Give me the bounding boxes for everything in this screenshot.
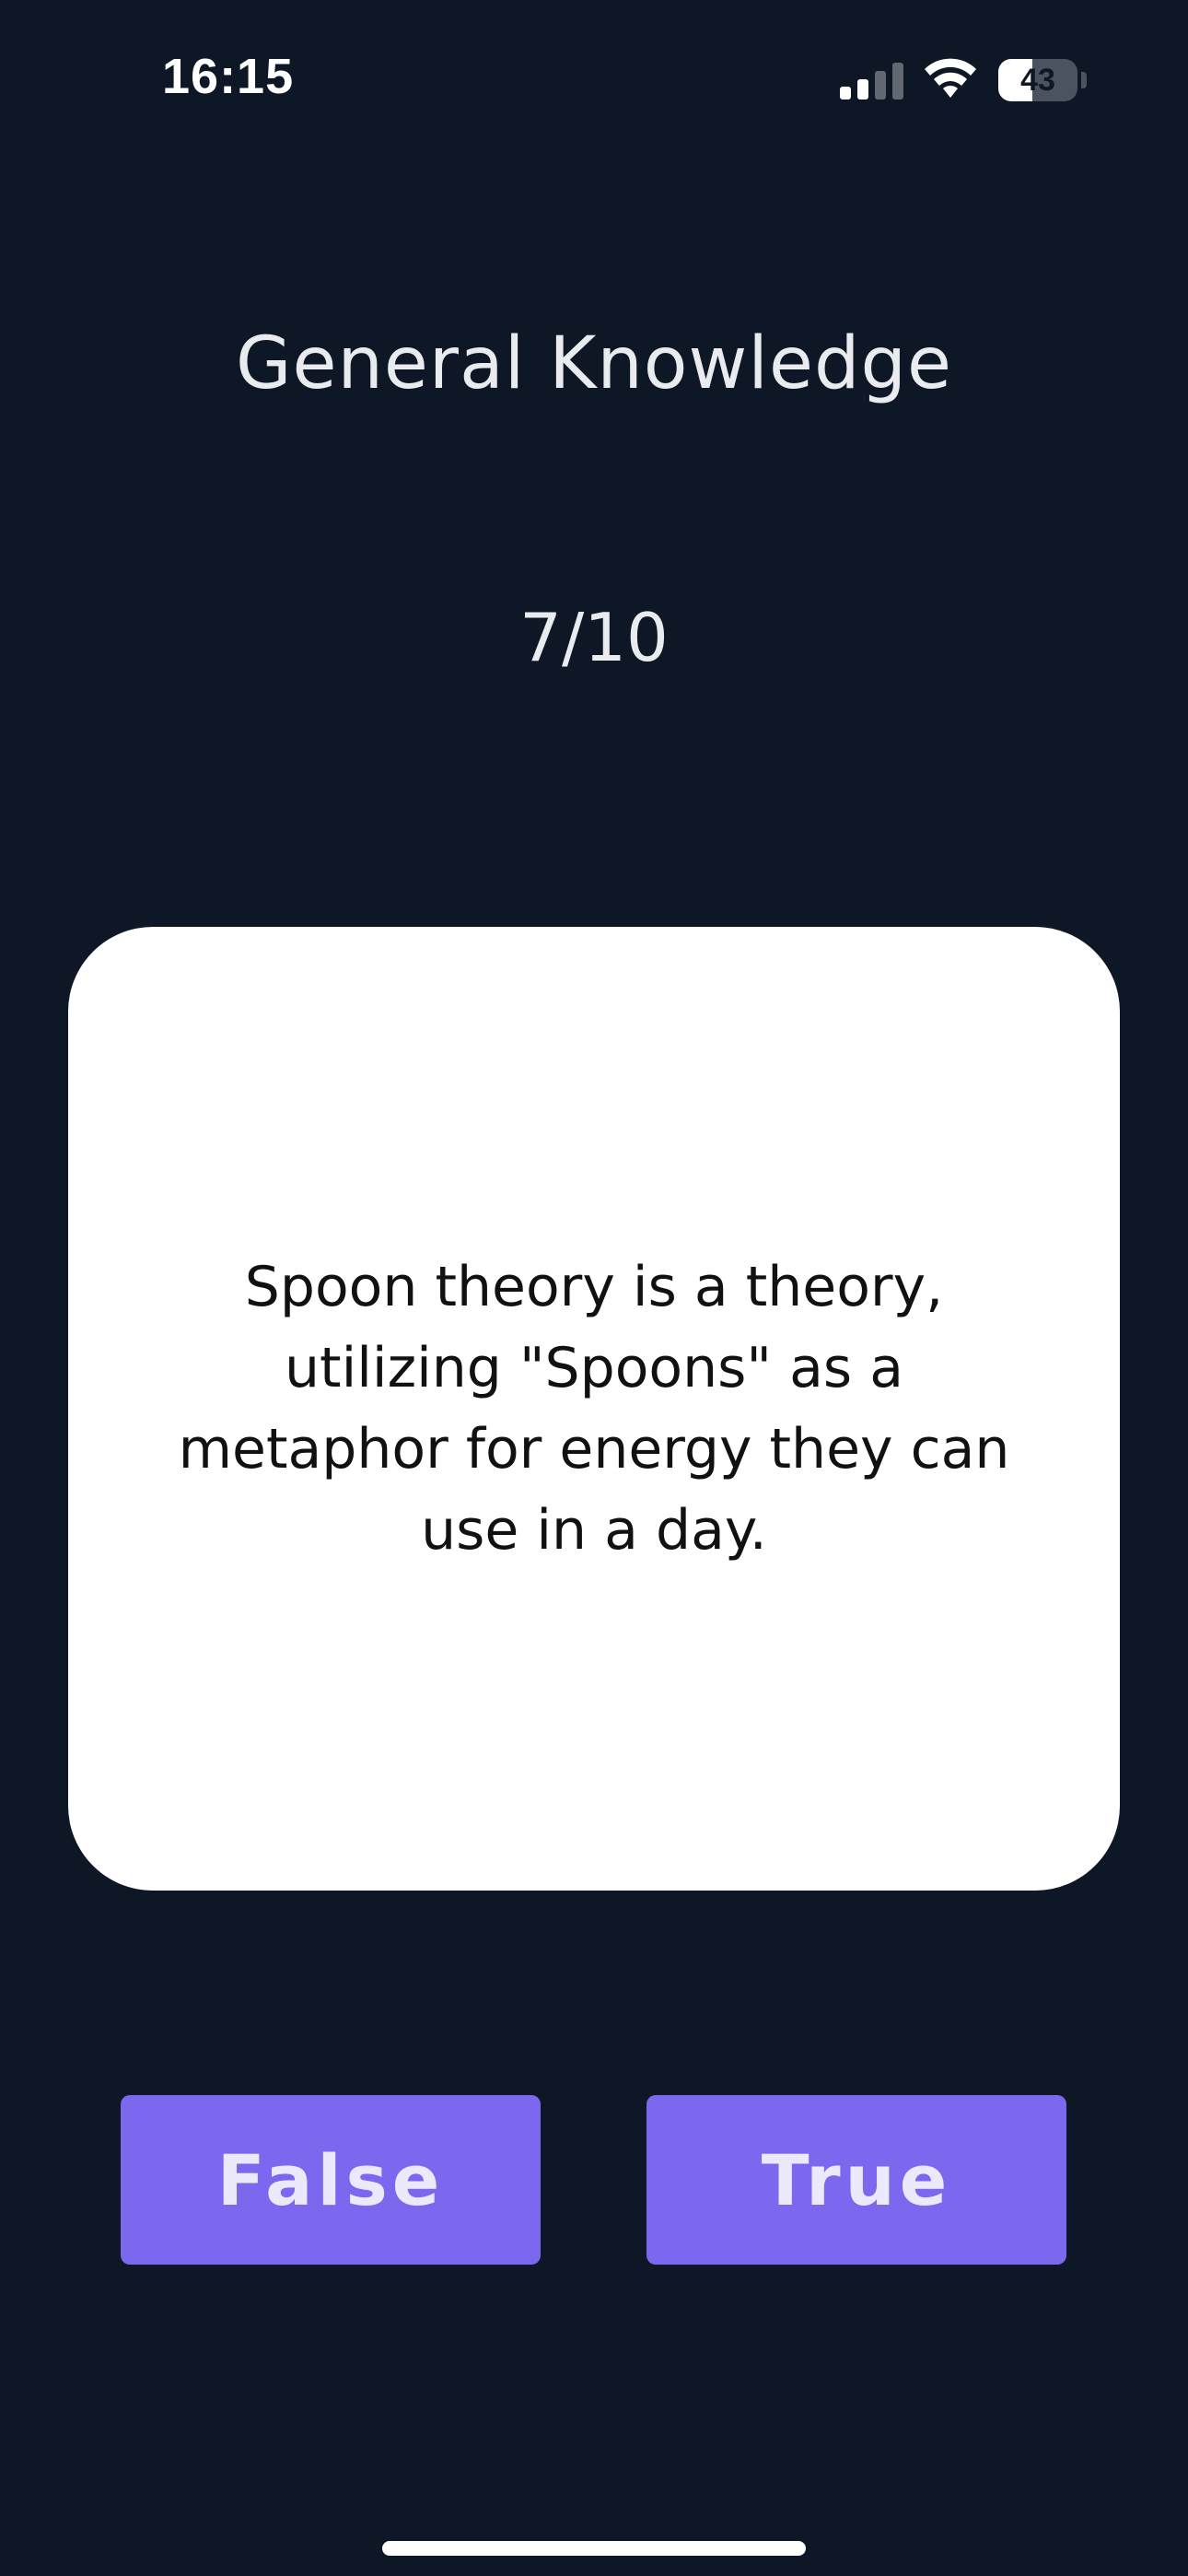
question-text: Spoon theory is a theory, utilizing "Spo…: [178, 1255, 1010, 1563]
question-card: Spoon theory is a theory, utilizing "Spo…: [68, 927, 1120, 1891]
cellular-signal-icon: [840, 61, 904, 100]
status-bar: 16:15 43: [0, 0, 1188, 157]
quiz-screen: 16:15 43 General Knowledge 7/10 Spoon th…: [0, 0, 1188, 2576]
status-time: 16:15: [162, 49, 295, 104]
quiz-title: General Knowledge: [236, 322, 952, 405]
false-button[interactable]: False: [121, 2095, 541, 2265]
battery-level: 43: [1020, 63, 1055, 98]
wifi-icon: [925, 58, 976, 98]
question-progress: 7/10: [519, 599, 669, 676]
battery-cap-icon: [1081, 72, 1087, 88]
true-button[interactable]: True: [646, 2095, 1066, 2265]
home-indicator[interactable]: [382, 2541, 806, 2556]
battery-icon: 43: [998, 59, 1077, 101]
